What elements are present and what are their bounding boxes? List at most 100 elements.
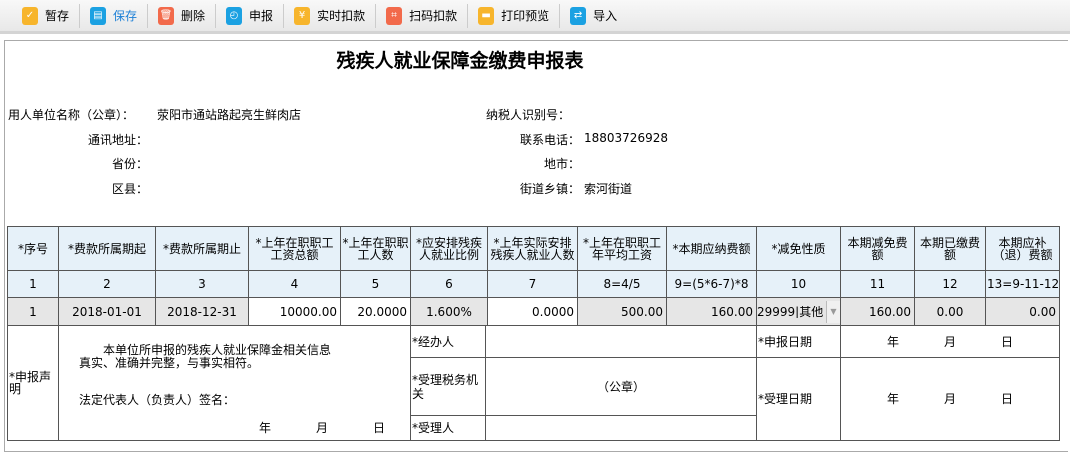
- data-cell-text: 1.600%: [426, 304, 472, 319]
- toolbar-button-label: 申报: [249, 9, 274, 23]
- column-number-text: 4: [290, 277, 299, 291]
- data-cell-text: 0.00: [936, 304, 964, 319]
- toolbar-button-import[interactable]: ⇄ 导入: [560, 4, 627, 28]
- column-number-text: 5: [371, 277, 380, 291]
- toolbar-button-print[interactable]: ▬ 打印预览: [468, 3, 561, 28]
- data-cell[interactable]: 0.0000: [487, 297, 578, 326]
- column-header: 本期已缴费额: [914, 226, 986, 271]
- column-number: 12: [914, 270, 986, 298]
- unit-value: 荥阳市通站路起亮生鲜肉店: [157, 108, 302, 122]
- declaration-text: 本单位所申报的残疾人就业保障金相关信息真实、准确并完整，与事实相符。: [79, 343, 332, 370]
- data-cell[interactable]: 10000.00: [248, 297, 341, 326]
- seal-text: （公章）: [485, 357, 757, 416]
- data-cell-text: 160.00: [869, 304, 911, 319]
- toolbar-button-delete[interactable]: 🗑 删除: [148, 3, 217, 28]
- column-header-text: 本期应补（退）费额: [992, 235, 1053, 262]
- column-header: 本期减免费额: [840, 226, 915, 271]
- toolbar-button-label: 保存: [113, 9, 138, 23]
- column-number-text: 8=4/5: [603, 277, 641, 291]
- column-number-text: 3: [198, 277, 206, 291]
- column-number: 10: [756, 270, 841, 298]
- exemption-select[interactable]: 29999|其他 ▼: [757, 300, 840, 323]
- column-header: *费款所属期止: [155, 226, 249, 271]
- declaration-table: *申报声明 本单位所申报的残疾人就业保障金相关信息真实、准确并完整，与事实相符。…: [7, 325, 1060, 441]
- receiver-label: *受理人: [410, 415, 486, 441]
- column-header: *上年在职职工工资总额: [248, 226, 341, 271]
- toolbar-button-label: 扫码扣款: [409, 9, 458, 23]
- data-cell[interactable]: 20.0000: [340, 297, 411, 326]
- print-icon: ▬: [478, 6, 495, 25]
- data-cell: 500.00: [577, 297, 667, 326]
- declaration-cell: 本单位所申报的残疾人就业保障金相关信息真实、准确并完整，与事实相符。 法定代表人…: [58, 325, 411, 441]
- column-header: *本期应纳费额: [666, 226, 757, 271]
- data-cell-text: 2018-12-31: [167, 304, 237, 319]
- realtime-deduct-icon: ¥: [294, 6, 311, 25]
- column-number-text: 13=9-11-12: [987, 277, 1060, 291]
- declare-date-value[interactable]: 年月日: [840, 325, 1060, 358]
- toolbar-button-scan-deduct[interactable]: ⌗ 扫码扣款: [376, 3, 469, 28]
- column-number: 4: [248, 270, 341, 298]
- city-label: 地市：: [543, 157, 580, 171]
- column-header-text: 本期已缴费额: [919, 235, 980, 262]
- data-cell-text: 500.00: [621, 304, 663, 319]
- declaration-label: *申报声明: [7, 325, 59, 441]
- column-number: 8=4/5: [577, 270, 667, 298]
- column-number: 1: [7, 270, 59, 298]
- toolbar-button-declare[interactable]: ◴ 申报: [216, 3, 285, 28]
- data-cell-text: 160.00: [711, 304, 753, 319]
- address-label: 通讯地址：: [87, 133, 148, 147]
- column-number: 11: [840, 270, 915, 298]
- tax-office-label: *受理税务机关: [410, 357, 486, 416]
- data-cell-text: 29999|其他: [757, 305, 824, 318]
- column-number-text: 10: [790, 277, 807, 291]
- column-header-text: *费款所属期止: [162, 241, 241, 256]
- column-number: 6: [410, 270, 488, 298]
- column-number-text: 12: [942, 277, 958, 291]
- column-number-text: 2: [103, 277, 111, 291]
- accept-date-value: 年月日: [840, 357, 1060, 441]
- taxid-label: 纳税人识别号：: [485, 108, 570, 122]
- column-number: 2: [58, 270, 156, 298]
- data-cell: 2018-01-01: [58, 297, 156, 326]
- column-number: 5: [340, 270, 411, 298]
- sign-year: 年: [259, 421, 272, 435]
- phone-label: 联系电话：: [519, 133, 580, 147]
- street-label: 街道乡镇：: [519, 182, 580, 196]
- column-number: 13=9-11-12: [985, 270, 1060, 298]
- street-value: 索河街道: [584, 182, 633, 196]
- column-number-text: 1: [29, 277, 37, 291]
- column-header-text: *上年实际安排残疾人就业人数: [490, 235, 575, 262]
- column-header-text: *上年在职职工人数: [342, 235, 409, 262]
- column-number-text: 9=(5*6-7)*8: [674, 277, 749, 291]
- year: 年: [886, 334, 899, 349]
- handler-input[interactable]: [485, 325, 757, 358]
- draft-icon: ✓: [22, 6, 38, 25]
- day: 日: [1001, 392, 1014, 406]
- data-cell: 160.00: [840, 297, 915, 326]
- column-header: *上年在职职工年平均工资: [577, 226, 667, 271]
- sign-day: 日: [373, 421, 386, 435]
- data-cell: 0.00: [985, 297, 1060, 326]
- save-icon: ▤: [90, 6, 107, 25]
- toolbar: ✓ 暂存 ▤ 保存 🗑 删除 ◴ 申报 ¥ 实时扣款 ⌗ 扫码扣款 ▬ 打印预览 ⇄ 导入: [0, 0, 1070, 34]
- toolbar-button-save[interactable]: ▤ 保存: [80, 3, 149, 28]
- toolbar-button-label: 暂存: [45, 9, 70, 23]
- phone-value: 18803726928: [584, 131, 668, 145]
- county-label: 区县：: [111, 182, 148, 196]
- toolbar-button-draft[interactable]: ✓ 暂存: [12, 3, 81, 28]
- accept-date-label: *受理日期: [756, 357, 841, 441]
- fee-table: *序号 *费款所属期起 *费款所属期止 *上年在职职工工资总额 *上年在职职工人数 *应安…: [7, 226, 1060, 326]
- data-cell-text: 2018-01-01: [72, 304, 142, 319]
- data-cell: 160.00: [666, 297, 757, 326]
- data-cell: 2018-12-31: [155, 297, 249, 326]
- data-cell[interactable]: 29999|其他 ▼: [756, 297, 841, 326]
- data-cell-text: 20.0000: [357, 304, 407, 319]
- toolbar-button-realtime-deduct[interactable]: ¥ 实时扣款: [284, 3, 377, 28]
- chevron-down-icon[interactable]: ▼: [826, 300, 840, 323]
- declare-date-label: *申报日期: [756, 325, 841, 358]
- toolbar-button-label: 删除: [181, 9, 206, 23]
- month: 月: [943, 334, 956, 349]
- toolbar-button-label: 导入: [593, 9, 618, 23]
- column-header-text: *减免性质: [771, 241, 826, 256]
- data-cell: 1: [7, 297, 59, 326]
